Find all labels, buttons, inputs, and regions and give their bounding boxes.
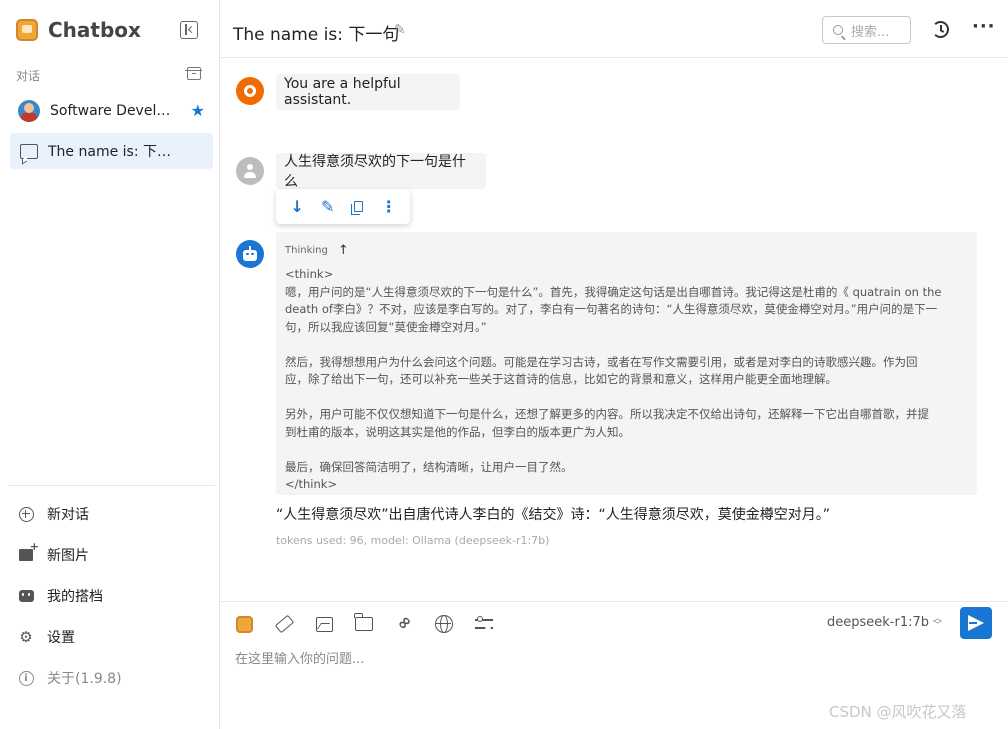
copy-icon: [350, 201, 363, 215]
attach-link-button[interactable]: ∞: [392, 612, 416, 636]
header: The name is: 下一句 ✎ 搜索... ···: [220, 0, 1008, 58]
info-icon: i: [18, 670, 34, 686]
copilot-tool-button[interactable]: [234, 614, 254, 634]
conversation-the-name-is[interactable]: The name is: 下一句: [10, 133, 213, 169]
eraser-icon: [274, 614, 294, 634]
attach-file-button[interactable]: [354, 613, 374, 634]
clear-context-button[interactable]: [274, 614, 294, 634]
updown-chevron-icon: ︿ ﹀: [933, 613, 943, 631]
robot-icon: [243, 245, 257, 261]
collapse-sidebar-icon[interactable]: [180, 21, 198, 39]
robot-icon: [18, 590, 34, 602]
settings-button[interactable]: ⚙ 设置: [18, 625, 75, 649]
thinking-gap: [285, 441, 968, 459]
plus-circle-icon: [18, 506, 34, 522]
prompt-input[interactable]: [235, 648, 995, 670]
add-image-icon: [19, 540, 39, 561]
gear-icon: ⚙: [19, 628, 33, 646]
search-icon: [833, 25, 843, 35]
folder-icon: [354, 613, 373, 631]
watermark: CSDN @风吹花又落: [829, 703, 967, 721]
thinking-line: 然后，我得想想用户为什么会问这个问题。可能是在学习古诗，或者在写作文需要引用，或…: [285, 354, 918, 369]
thinking-line: 另外，用户可能不仅仅想知道下一句是什么，还想了解更多的内容。所以我决定不仅给出诗…: [285, 407, 929, 421]
thinking-gap: [285, 389, 968, 407]
star-icon[interactable]: ★: [191, 101, 205, 121]
menu-label: 新图片: [47, 548, 89, 564]
chatbox-logo-icon: [235, 615, 253, 633]
message-meta: tokens used: 96, model: Ollama (deepseek…: [276, 534, 550, 547]
archive-icon[interactable]: [185, 67, 202, 80]
send-button[interactable]: [960, 607, 992, 639]
arrow-up-icon[interactable]: ↑: [338, 243, 349, 258]
new-image-button[interactable]: 新图片: [18, 540, 89, 567]
image-icon: [315, 616, 333, 632]
conversation-software-developer[interactable]: Software Developer ★: [10, 93, 213, 129]
message-toolbar: ↓ ✎ ⋮: [276, 189, 410, 224]
model-select[interactable]: deepseek-r1:7b ︿ ﹀: [827, 613, 943, 631]
thinking-header[interactable]: Thinking ↑: [285, 242, 968, 258]
copy-button[interactable]: [348, 197, 368, 217]
sidebar-divider: [8, 485, 215, 486]
thinking-gap: [285, 336, 968, 354]
person-icon: [242, 163, 258, 179]
send-icon: [968, 615, 984, 631]
thinking-block: Thinking ↑ <think> 嗯，用户问的是“人生得意须尽欢的下一句是什…: [276, 232, 977, 495]
more-vert-icon[interactable]: ⋮: [379, 197, 399, 217]
model-name: deepseek-r1:7b: [827, 615, 930, 630]
chatbox-logo-icon: [16, 19, 38, 41]
chat-bubble-icon: [20, 143, 38, 159]
menu-label: 设置: [47, 630, 75, 646]
link-icon: ∞: [392, 612, 416, 636]
thinking-line: death of李白》？不对，应该是李白写的。对了，李白有一句著名的诗句：“人生…: [285, 302, 938, 316]
chat-settings-button[interactable]: [474, 614, 494, 634]
thinking-line: 应，除了给出下一句，还可以补充一些关于这首诗的信息，比如它的背景和意义，这样用户…: [285, 372, 837, 386]
assistant-avatar[interactable]: [236, 240, 264, 268]
web-browsing-button[interactable]: [434, 614, 454, 634]
page-title: The name is: 下一句: [233, 25, 400, 45]
edit-icon[interactable]: ✎: [318, 197, 338, 217]
conversation-label: Software Developer: [50, 103, 178, 119]
thinking-line: <think>: [285, 267, 334, 281]
menu-label: 我的搭档: [47, 589, 103, 605]
gear-icon: [244, 85, 256, 97]
about-button[interactable]: i 关于(1.9.8): [18, 666, 122, 690]
brand[interactable]: Chatbox: [16, 16, 141, 44]
conversations-section-label: 对话: [16, 69, 41, 83]
thinking-line: 到杜甫的版本，说明这其实是他的作品，但李白的版本更广为人知。: [285, 424, 630, 439]
system-message: You are a helpful assistant.: [276, 74, 460, 110]
thinking-line: 句，所以我应该回复“莫使金樽空对月。”: [285, 319, 487, 334]
sidebar: Chatbox 对话 Software Developer ★ The name…: [0, 0, 220, 729]
more-options-icon[interactable]: ···: [972, 16, 996, 37]
assistant-answer: “人生得意须尽欢”出自唐代诗人李白的《结交》诗：“人生得意须尽欢，莫使金樽空对月…: [276, 507, 831, 523]
search-placeholder: 搜索...: [851, 24, 890, 40]
thinking-label: Thinking: [285, 244, 328, 256]
thinking-line: </think>: [285, 477, 338, 491]
attach-image-button[interactable]: [314, 614, 334, 634]
new-chat-button[interactable]: 新对话: [18, 502, 89, 526]
user-avatar[interactable]: [236, 157, 264, 185]
search-button[interactable]: 搜索...: [822, 16, 911, 44]
sliders-icon: [475, 616, 493, 631]
user-message: 人生得意须尽欢的下一句是什么: [276, 153, 486, 190]
conversation-label: The name is: 下一句: [48, 144, 176, 160]
globe-icon: [435, 615, 453, 633]
app-name: Chatbox: [48, 18, 141, 42]
history-icon[interactable]: [932, 21, 949, 38]
thinking-line: 最后，确保回答简洁明了，结构清晰，让用户一目了然。: [285, 459, 573, 474]
arrow-down-icon[interactable]: ↓: [287, 197, 307, 217]
thinking-line: 嗯，用户问的是“人生得意须尽欢的下一句是什么”。首先，我得确定这句话是出自哪首诗…: [285, 284, 942, 299]
developer-avatar-icon: [18, 100, 40, 122]
system-avatar[interactable]: [236, 77, 264, 105]
menu-label: 关于(1.9.8): [47, 671, 122, 687]
pencil-icon[interactable]: ✎: [394, 22, 406, 38]
my-copilots-button[interactable]: 我的搭档: [18, 584, 103, 608]
menu-label: 新对话: [47, 507, 89, 523]
